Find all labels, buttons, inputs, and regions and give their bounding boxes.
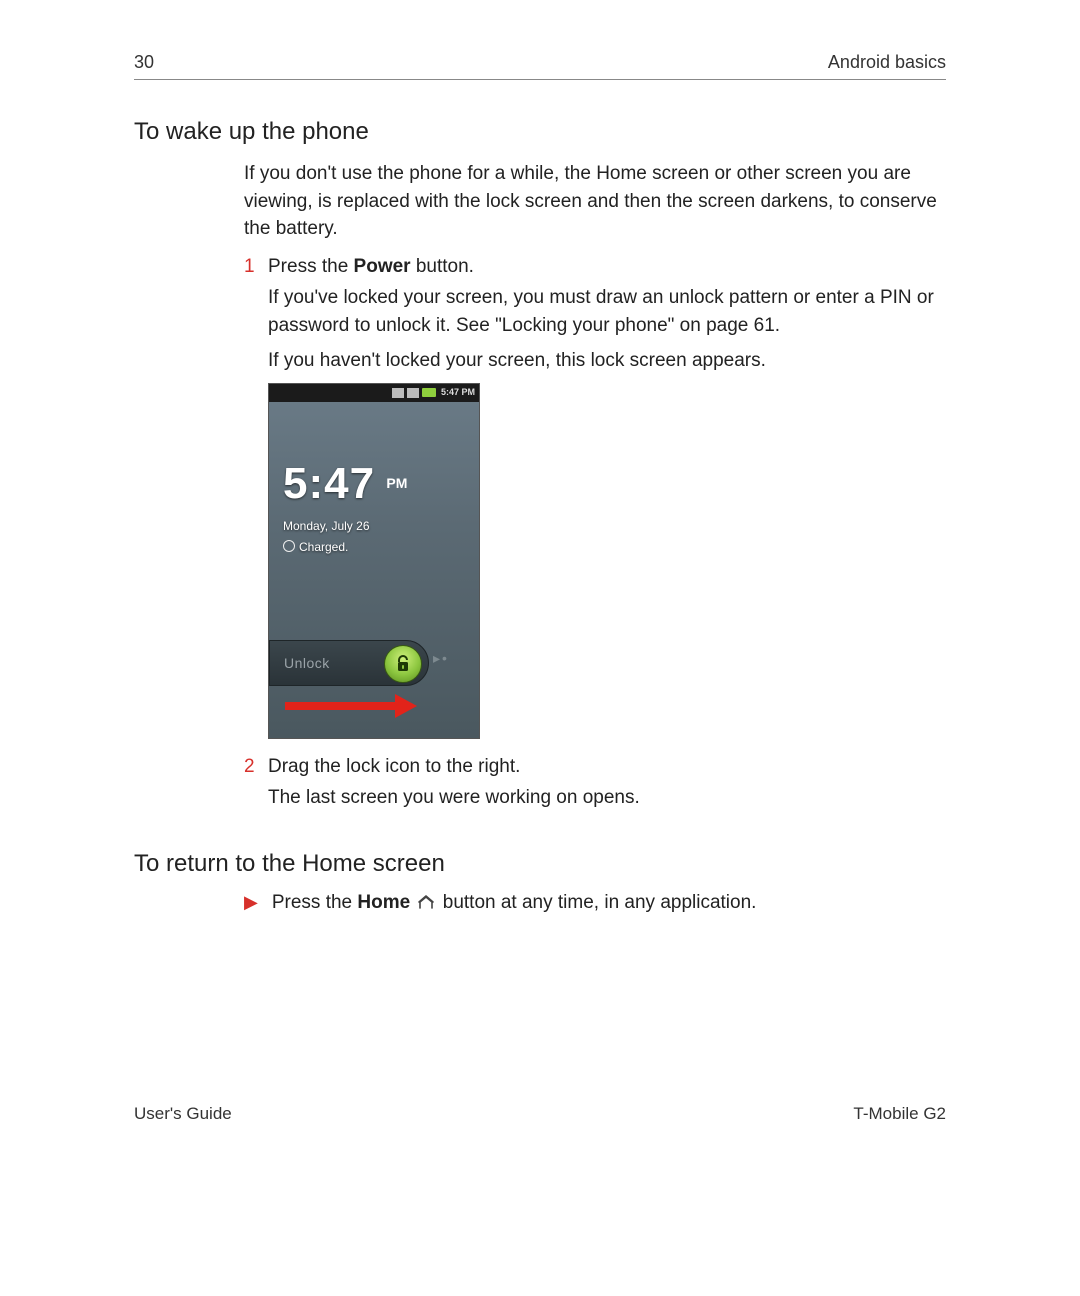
step-number: 2 <box>244 753 268 781</box>
footer-right: T-Mobile G2 <box>853 1104 946 1124</box>
plug-icon <box>283 540 295 552</box>
home-icon <box>417 894 435 910</box>
lock-icon[interactable] <box>384 645 422 683</box>
numbered-list: 1 Press the Power button. If you've lock… <box>244 253 946 812</box>
section-heading-home: To return to the Home screen <box>134 850 946 878</box>
charge-status: Charged. <box>283 539 407 556</box>
text: button. <box>411 256 474 277</box>
red-arrow-annotation <box>285 698 425 714</box>
clock-time: 5:47 <box>283 452 375 516</box>
step-text: Drag the lock icon to the right. <box>268 753 946 781</box>
list-item: 1 Press the Power button. <box>244 253 946 281</box>
lock-clock: 5:47 PM Monday, July 26 Charged. <box>283 452 407 557</box>
intro-paragraph: If you don't use the phone for a while, … <box>244 160 946 243</box>
clock-ampm: PM <box>386 473 407 493</box>
arrow-head-icon <box>395 694 417 718</box>
step-sub: If you've locked your screen, you must d… <box>268 284 946 339</box>
section-heading-wake: To wake up the phone <box>134 118 946 146</box>
footer-left: User's Guide <box>134 1104 232 1124</box>
text-bold: Home <box>357 892 410 913</box>
clock-date: Monday, July 26 <box>283 518 407 535</box>
padlock-icon <box>395 655 411 673</box>
step-sub: If you haven't locked your screen, this … <box>268 347 946 375</box>
status-bar: 5:47 PM <box>269 384 479 402</box>
arrow-shaft <box>285 702 397 710</box>
section-body: If you don't use the phone for a while, … <box>244 160 946 812</box>
step-sub: The last screen you were working on open… <box>268 784 946 812</box>
bullet-line: ▶ Press the Home button at any time, in … <box>244 892 946 914</box>
chapter-title: Android basics <box>828 52 946 73</box>
unlock-label: Unlock <box>284 653 330 673</box>
triangle-bullet-icon: ▶ <box>244 892 258 913</box>
signal-3g-icon <box>392 388 404 398</box>
signal-bars-icon <box>407 388 419 398</box>
list-item: 2 Drag the lock icon to the right. <box>244 753 946 781</box>
battery-icon <box>422 388 436 397</box>
text: Press the <box>272 892 358 913</box>
document-page: 30 Android basics To wake up the phone I… <box>0 0 1080 1296</box>
text: Press the <box>268 256 354 277</box>
page-number: 30 <box>134 52 154 73</box>
step-text: Press the Power button. <box>268 253 946 281</box>
unlock-slider[interactable]: Unlock <box>269 640 429 686</box>
lockscreen-figure: 5:47 PM 5:47 PM Monday, July 26 Charged.… <box>268 383 480 739</box>
step-number: 1 <box>244 253 268 281</box>
page-footer: User's Guide T-Mobile G2 <box>134 1104 946 1124</box>
text-bold: Power <box>354 256 411 277</box>
page-header: 30 Android basics <box>134 52 946 80</box>
bullet-text: Press the Home button at any time, in an… <box>272 892 757 914</box>
charge-text: Charged. <box>299 540 348 554</box>
text: button at any time, in any application. <box>443 892 757 913</box>
slider-dots-icon: ▸• <box>433 648 449 668</box>
status-time: 5:47 PM <box>439 386 475 399</box>
